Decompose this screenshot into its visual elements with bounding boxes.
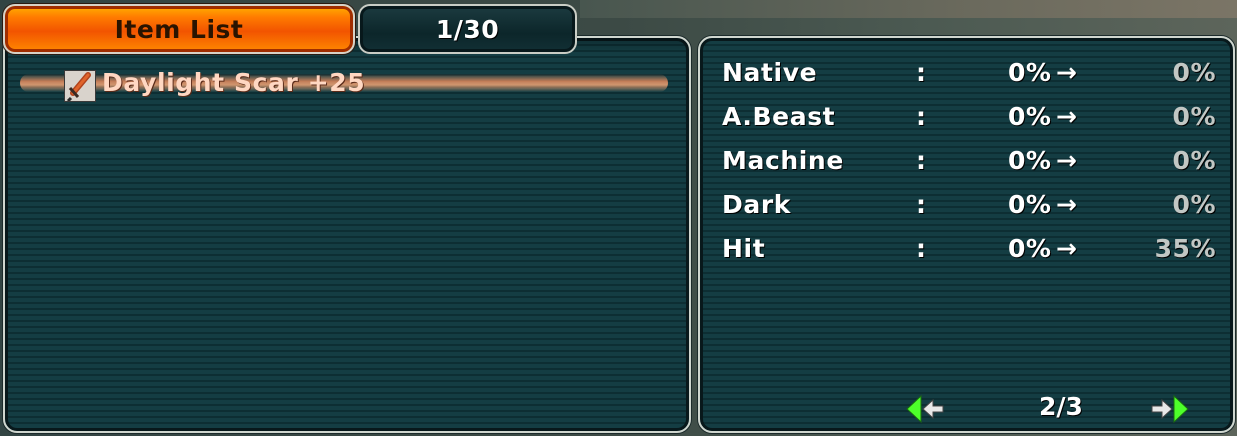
item-count-label: 1/30 (435, 14, 500, 44)
stat-row-abeast: A.Beast : 0% → 0% (700, 102, 1233, 136)
stat-new-value: 0% (1172, 190, 1216, 219)
stat-arrow-icon: → (1056, 58, 1077, 87)
stat-colon: : (916, 190, 926, 219)
stat-current-value: 0% (1008, 190, 1052, 219)
sword-icon[interactable] (64, 70, 96, 102)
next-page-button[interactable] (1150, 392, 1190, 426)
stats-panel: Native : 0% → 0% A.Beast : 0% → 0% Machi… (698, 36, 1235, 433)
tab-item-list[interactable]: Item List (3, 4, 355, 54)
stat-current-value: 0% (1008, 146, 1052, 175)
item-count-tab[interactable]: 1/30 (358, 4, 577, 54)
next-page-arrow-icon (1151, 394, 1189, 424)
stat-new-value: 35% (1154, 234, 1216, 263)
stat-new-value: 0% (1172, 146, 1216, 175)
list-item-name[interactable]: Daylight Scar +25 (102, 68, 365, 97)
stat-current-value: 0% (1008, 102, 1052, 131)
stat-new-value: 0% (1172, 58, 1216, 87)
stat-arrow-icon: → (1056, 146, 1077, 175)
stat-row-native: Native : 0% → 0% (700, 58, 1233, 92)
stat-row-machine: Machine : 0% → 0% (700, 146, 1233, 180)
stat-colon: : (916, 234, 926, 263)
stat-row-hit: Hit : 0% → 35% (700, 234, 1233, 268)
page-indicator: 2/3 (1039, 392, 1083, 421)
stat-label: Hit (722, 234, 766, 263)
stat-label: Dark (722, 190, 791, 219)
stat-colon: : (916, 58, 926, 87)
stat-current-value: 0% (1008, 58, 1052, 87)
stat-row-dark: Dark : 0% → 0% (700, 190, 1233, 224)
stat-label: A.Beast (722, 102, 836, 131)
stat-colon: : (916, 146, 926, 175)
stat-arrow-icon: → (1056, 190, 1077, 219)
prev-page-arrow-icon (906, 394, 944, 424)
tab-item-list-label: Item List (114, 14, 244, 44)
stat-label: Native (722, 58, 818, 87)
prev-page-button[interactable] (905, 392, 945, 426)
stat-arrow-icon: → (1056, 234, 1077, 263)
stat-colon: : (916, 102, 926, 131)
game-background-strip (580, 0, 1237, 18)
stat-arrow-icon: → (1056, 102, 1077, 131)
stat-current-value: 0% (1008, 234, 1052, 263)
stat-label: Machine (722, 146, 844, 175)
stat-new-value: 0% (1172, 102, 1216, 131)
